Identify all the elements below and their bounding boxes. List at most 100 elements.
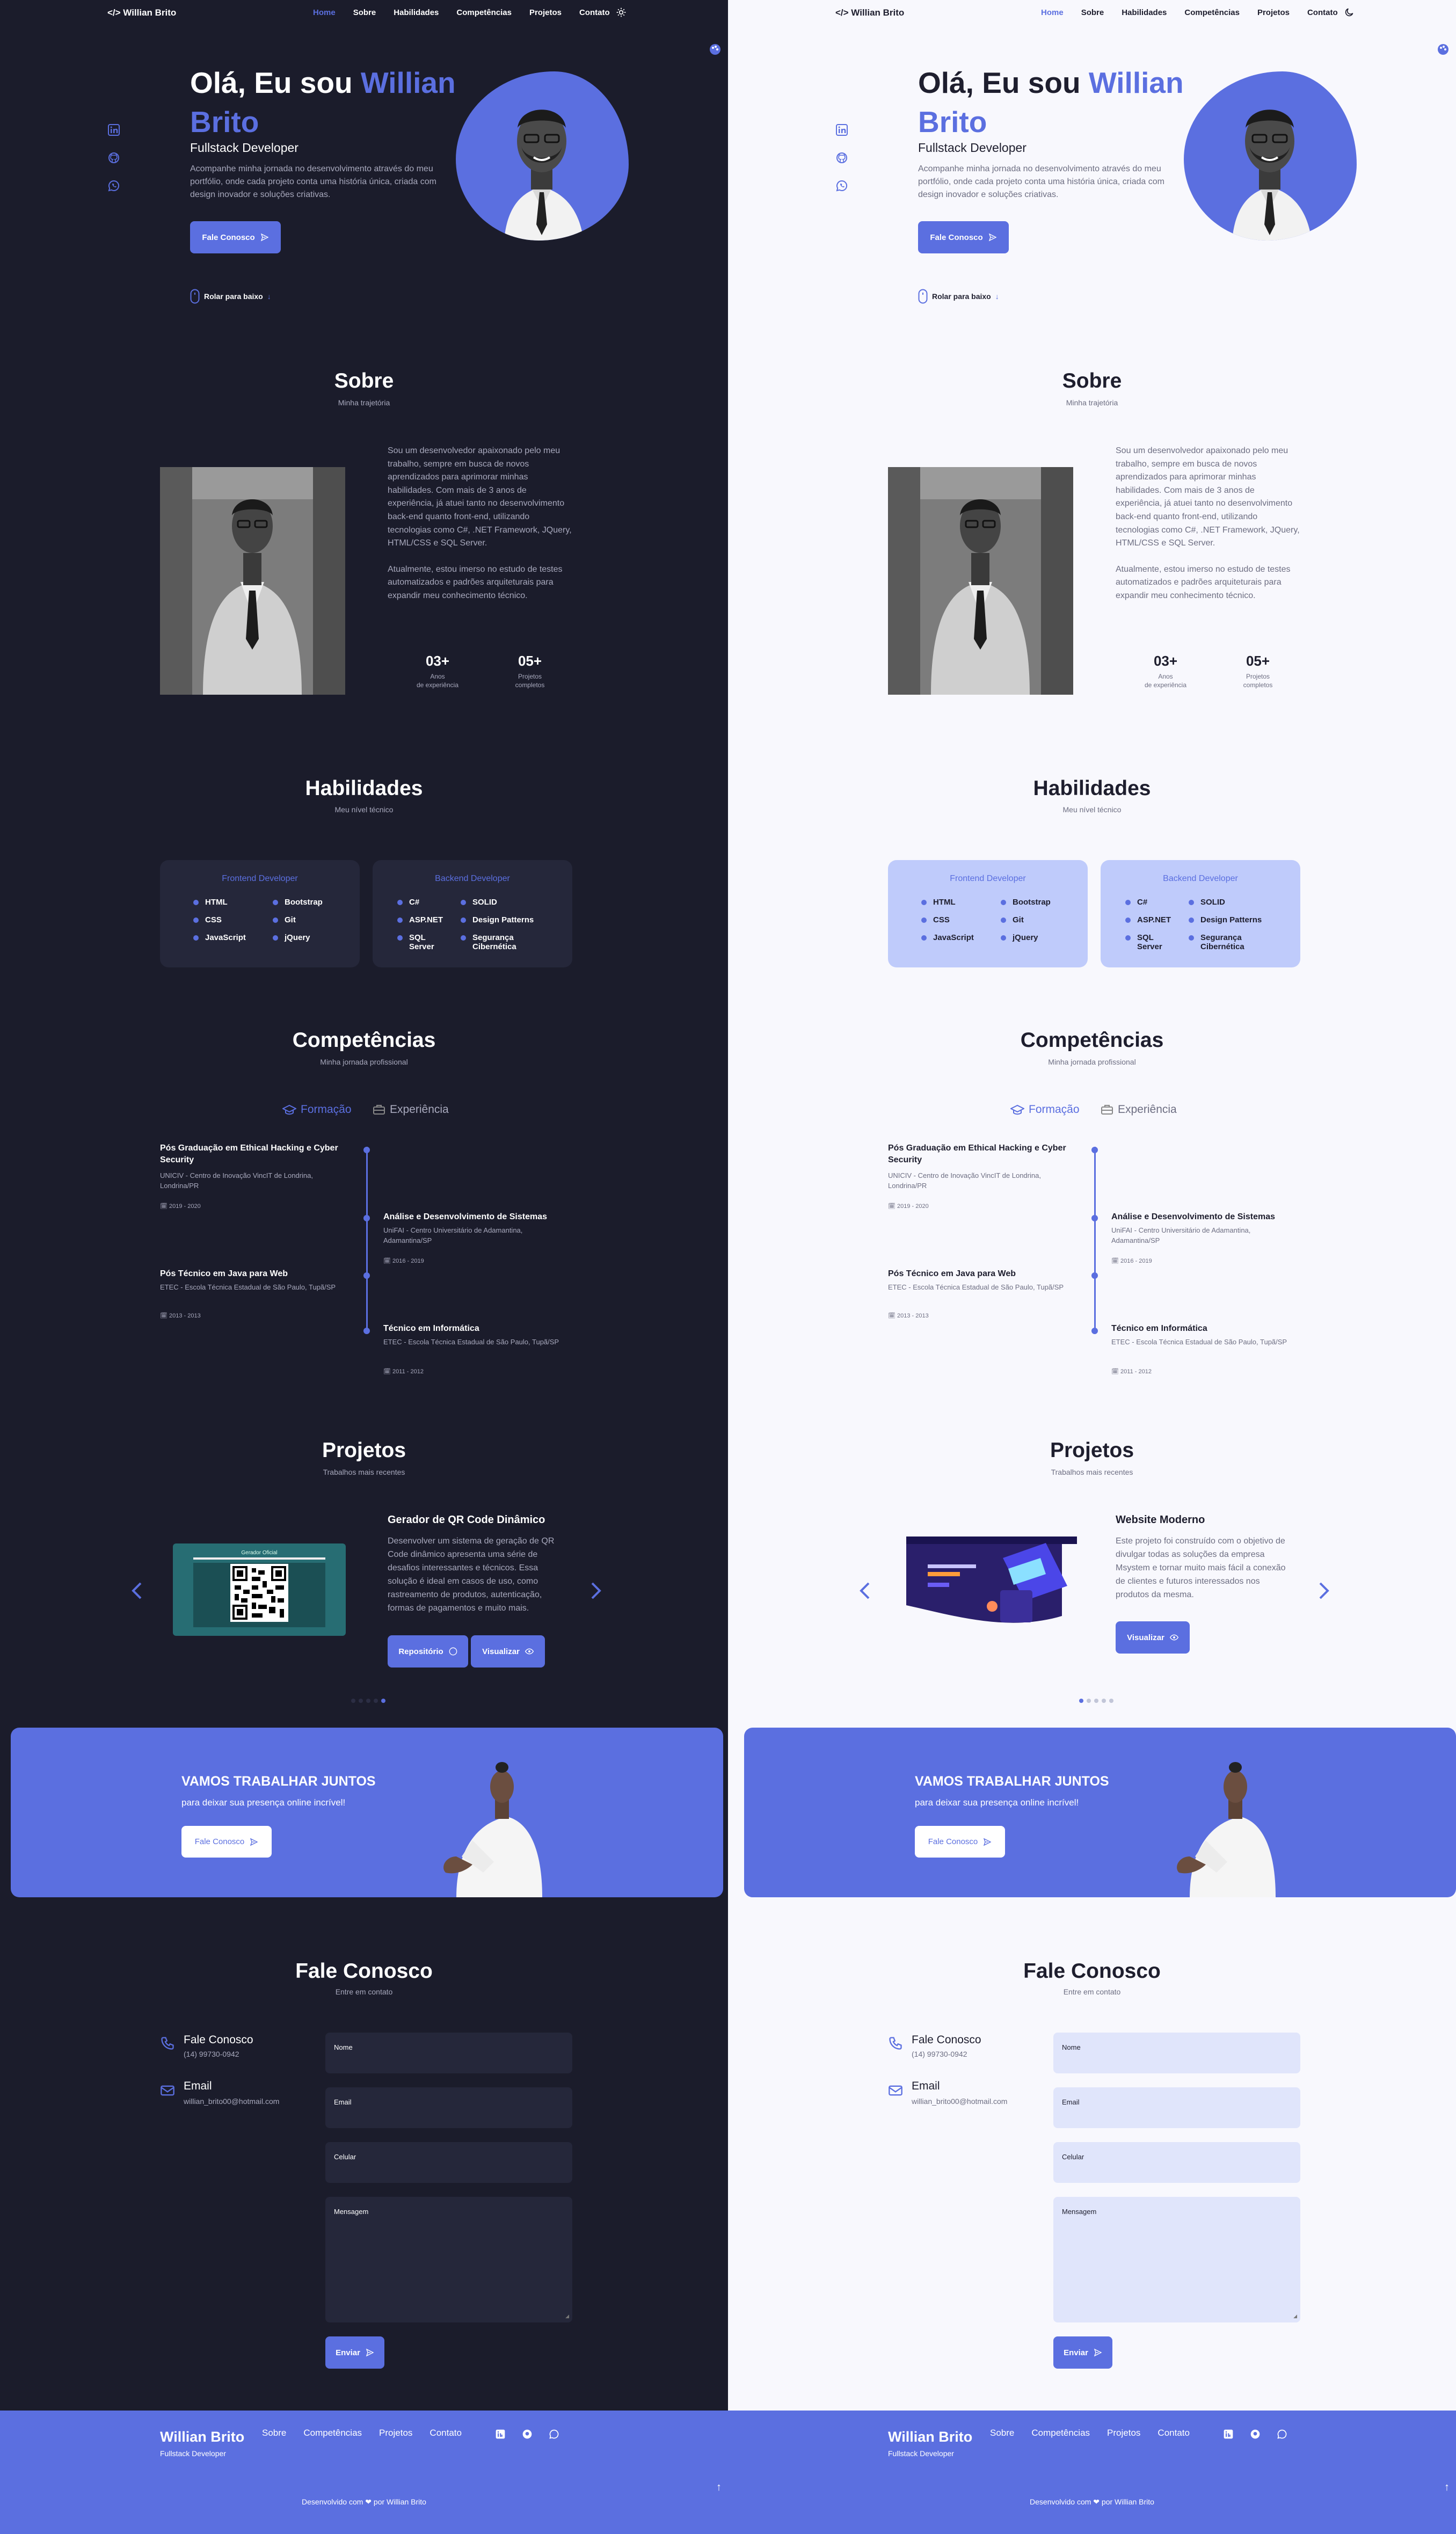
prev-arrow-icon[interactable] [857, 1580, 873, 1601]
nav-habilidades[interactable]: Habilidades [394, 8, 439, 17]
message-field-label: Mensagem [1062, 2208, 1097, 2216]
timeline-item-date: 🗓 2016 - 2019 [1111, 1258, 1152, 1264]
nav-projetos[interactable]: Projetos [1257, 8, 1290, 17]
palette-icon[interactable] [1437, 43, 1450, 56]
next-arrow-icon[interactable] [588, 1580, 604, 1601]
nav-sobre[interactable]: Sobre [353, 8, 376, 17]
message-field[interactable]: Mensagem ◢ [325, 2197, 572, 2322]
tab-education[interactable]: Formação [1010, 1103, 1080, 1116]
theme-toggle-icon[interactable] [616, 7, 627, 18]
email-address[interactable]: willian_brito00@hotmail.com [912, 2097, 1007, 2106]
scroll-up-icon[interactable]: ↑ [1444, 2481, 1450, 2494]
phone-icon [161, 2037, 174, 2050]
footer-link-competencias[interactable]: Competências [303, 2428, 362, 2438]
github-icon[interactable] [835, 151, 849, 165]
whatsapp-icon[interactable] [107, 179, 121, 193]
send-icon [366, 2348, 374, 2357]
nav-home[interactable]: Home [1041, 8, 1064, 17]
email-address[interactable]: willian_brito00@hotmail.com [184, 2097, 279, 2106]
tab-experience-label: Experiência [1118, 1103, 1177, 1116]
carousel-dot[interactable] [351, 1699, 355, 1703]
scroll-down[interactable]: Rolar para baixo ↓ [190, 289, 271, 304]
carousel-dot[interactable] [1102, 1699, 1106, 1703]
linkedin-icon[interactable] [107, 123, 121, 137]
footer-copyright: Desenvolvido com ❤ por Willian Brito [302, 2497, 426, 2506]
tab-education[interactable]: Formação [282, 1103, 352, 1116]
repository-button[interactable]: Repositório [388, 1635, 468, 1668]
footer-link-contato[interactable]: Contato [1157, 2428, 1190, 2438]
stat-years-label: Anos de experiência [1136, 672, 1195, 689]
nav-habilidades[interactable]: Habilidades [1122, 8, 1167, 17]
github-icon[interactable] [522, 2429, 533, 2440]
nav-contato[interactable]: Contato [579, 8, 610, 17]
email-field[interactable]: Email [1053, 2087, 1300, 2128]
palette-icon[interactable] [709, 43, 722, 56]
linkedin-icon[interactable] [1223, 2429, 1234, 2440]
nav-contato[interactable]: Contato [1307, 8, 1338, 17]
footer-link-sobre[interactable]: Sobre [990, 2428, 1014, 2438]
stat-years-number: 03+ [425, 653, 450, 669]
phone-field[interactable]: Celular [1053, 2142, 1300, 2183]
logo[interactable]: </> Willian Brito [107, 8, 176, 18]
tab-experience[interactable]: Experiência [373, 1103, 449, 1116]
tab-experience[interactable]: Experiência [1101, 1103, 1177, 1116]
stat-projects-number: 05+ [518, 653, 542, 669]
cta-contact-button[interactable]: Fale Conosco [181, 1826, 272, 1858]
footer-link-competencias[interactable]: Competências [1031, 2428, 1090, 2438]
carousel-dot[interactable] [374, 1699, 378, 1703]
skill-label: C# [1137, 898, 1148, 907]
scroll-up-icon[interactable]: ↑ [716, 2481, 722, 2494]
name-field[interactable]: Nome [1053, 2033, 1300, 2073]
carousel-dot[interactable] [366, 1699, 370, 1703]
hero-contact-button[interactable]: Fale Conosco [918, 221, 1009, 253]
whatsapp-icon[interactable] [1277, 2429, 1287, 2440]
skill-item: Git [273, 915, 296, 924]
whatsapp-icon[interactable] [835, 179, 849, 193]
nav-sobre[interactable]: Sobre [1081, 8, 1104, 17]
carousel-dot[interactable] [1109, 1699, 1113, 1703]
carousel-dot-active[interactable] [1079, 1699, 1083, 1703]
skill-label: jQuery [1013, 933, 1038, 942]
prev-arrow-icon[interactable] [129, 1580, 145, 1601]
linkedin-icon[interactable] [835, 123, 849, 137]
stat-projects-label-2: completos [515, 681, 545, 689]
nav-home[interactable]: Home [313, 8, 336, 17]
carousel-dot[interactable] [1094, 1699, 1098, 1703]
phone-field[interactable]: Celular [325, 2142, 572, 2183]
github-icon[interactable] [107, 151, 121, 165]
logo[interactable]: </> Willian Brito [835, 8, 904, 18]
about-title: Sobre [1062, 369, 1122, 392]
footer-link-projetos[interactable]: Projetos [1107, 2428, 1140, 2438]
message-field[interactable]: Mensagem ◢ [1053, 2197, 1300, 2322]
footer-link-sobre[interactable]: Sobre [262, 2428, 286, 2438]
projects-title: Projetos [322, 1439, 406, 1462]
footer-link-projetos[interactable]: Projetos [379, 2428, 412, 2438]
nav-competencias[interactable]: Competências [1184, 8, 1240, 17]
view-button[interactable]: Visualizar [471, 1635, 545, 1668]
linkedin-icon[interactable] [495, 2429, 506, 2440]
scroll-down[interactable]: Rolar para baixo ↓ [918, 289, 999, 304]
whatsapp-icon[interactable] [549, 2429, 559, 2440]
email-field[interactable]: Email [325, 2087, 572, 2128]
phone-number[interactable]: (14) 99730-0942 [184, 2050, 239, 2058]
cta-contact-button[interactable]: Fale Conosco [915, 1826, 1005, 1858]
nav-competencias[interactable]: Competências [456, 8, 512, 17]
footer-link-contato[interactable]: Contato [429, 2428, 462, 2438]
view-button[interactable]: Visualizar [1116, 1621, 1190, 1654]
timeline-line [366, 1147, 368, 1331]
send-button[interactable]: Enviar [1053, 2336, 1112, 2369]
carousel-dot-active[interactable] [381, 1699, 385, 1703]
timeline-item-place: UNICIV - Centro de Inovação VincIT de Lo… [888, 1171, 1041, 1190]
carousel-dot[interactable] [359, 1699, 363, 1703]
send-button[interactable]: Enviar [325, 2336, 384, 2369]
hero-contact-button[interactable]: Fale Conosco [190, 221, 281, 253]
name-field[interactable]: Nome [325, 2033, 572, 2073]
resize-handle-icon[interactable]: ◢ [1293, 2313, 1297, 2319]
nav-projetos[interactable]: Projetos [529, 8, 562, 17]
theme-toggle-icon[interactable] [1344, 7, 1355, 18]
carousel-dot[interactable] [1087, 1699, 1091, 1703]
github-icon[interactable] [1250, 2429, 1261, 2440]
next-arrow-icon[interactable] [1316, 1580, 1332, 1601]
phone-number[interactable]: (14) 99730-0942 [912, 2050, 967, 2058]
resize-handle-icon[interactable]: ◢ [565, 2313, 569, 2319]
